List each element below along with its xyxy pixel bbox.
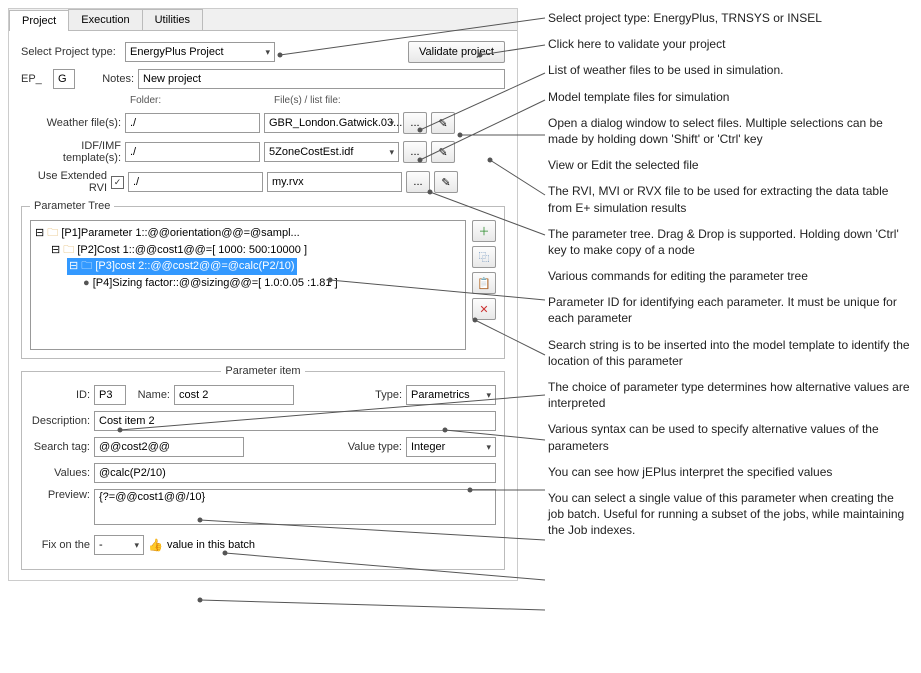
folder-icon: 🗀 xyxy=(47,227,58,239)
values-label: Values: xyxy=(30,467,90,479)
folder-header: Folder: xyxy=(130,95,270,106)
validate-project-button[interactable]: Validate project xyxy=(408,41,505,63)
value-type-label: Value type: xyxy=(342,441,402,453)
folder-icon: 🗀 xyxy=(63,244,74,256)
annotation: Various commands for editing the paramet… xyxy=(548,268,911,284)
annotation: Various syntax can be used to specify al… xyxy=(548,421,911,453)
weather-file-dropdown[interactable]: GBR_London.Gatwick.03... xyxy=(264,113,399,133)
idf-edit-button[interactable]: ✎ xyxy=(431,141,455,163)
fix-suffix-label: value in this batch xyxy=(167,539,255,551)
idf-browse-button[interactable]: ... xyxy=(403,141,427,163)
type-label: Type: xyxy=(368,389,402,401)
tree-node-p1[interactable]: [P1]Parameter 1::@@orientation@@=@sampl.… xyxy=(61,227,299,239)
annotation: View or Edit the selected file xyxy=(548,157,911,173)
tree-paste-button[interactable]: 📋 xyxy=(472,272,496,294)
parameter-tree[interactable]: ⊟ 🗀 [P1]Parameter 1::@@orientation@@=@sa… xyxy=(30,220,466,350)
notes-label: Notes: xyxy=(79,73,134,85)
type-dropdown[interactable]: Parametrics xyxy=(406,385,496,405)
parameter-tree-fieldset: Parameter Tree ⊟ 🗀 [P1]Parameter 1::@@or… xyxy=(21,200,505,359)
tab-execution[interactable]: Execution xyxy=(68,9,142,30)
rvi-checkbox[interactable]: ✓ xyxy=(111,176,124,189)
annotation: Model template files for simulation xyxy=(548,89,911,105)
annotation: Select project type: EnergyPlus, TRNSYS … xyxy=(548,10,911,26)
id-label: ID: xyxy=(30,389,90,401)
parameter-item-fieldset: Parameter item ID: Name: Type: Parametri… xyxy=(21,365,505,570)
tree-delete-button[interactable]: ✕ xyxy=(472,298,496,320)
annotation: Parameter ID for identifying each parame… xyxy=(548,294,911,326)
annotation: The parameter tree. Drag & Drop is suppo… xyxy=(548,226,911,258)
annotations-column: Select project type: EnergyPlus, TRNSYS … xyxy=(518,0,921,581)
annotation: The RVI, MVI or RVX file to be used for … xyxy=(548,183,911,215)
values-input[interactable] xyxy=(94,463,496,483)
idf-label: IDF/IMF template(s): xyxy=(21,140,121,164)
tree-node-p2[interactable]: [P2]Cost 1::@@cost1@@=[ 1000: 500:10000 … xyxy=(77,244,307,256)
idf-folder-input[interactable] xyxy=(125,142,260,162)
weather-edit-button[interactable]: ✎ xyxy=(431,112,455,134)
annotation: List of weather files to be used in simu… xyxy=(548,62,911,78)
preview-label: Preview: xyxy=(30,489,90,501)
preview-output: {?=@@cost1@@/10} xyxy=(94,489,496,525)
annotation: Search string is to be inserted into the… xyxy=(548,337,911,369)
annotation: The choice of parameter type determines … xyxy=(548,379,911,411)
weather-folder-input[interactable] xyxy=(125,113,260,133)
ep-input[interactable] xyxy=(53,69,75,89)
leaf-icon: ● xyxy=(83,277,90,289)
annotation: You can select a single value of this pa… xyxy=(548,490,911,539)
rvi-browse-button[interactable]: ... xyxy=(406,171,430,193)
rvi-file-input[interactable] xyxy=(267,172,402,192)
annotation: Open a dialog window to select files. Mu… xyxy=(548,115,911,147)
project-panel: Project Execution Utilities Select Proje… xyxy=(8,8,518,581)
weather-label: Weather file(s): xyxy=(21,117,121,129)
annotation: You can see how jEPlus interpret the spe… xyxy=(548,464,911,480)
search-tag-input[interactable] xyxy=(94,437,244,457)
ep-label: EP_ xyxy=(21,73,49,85)
tree-node-p4[interactable]: [P4]Sizing factor::@@sizing@@=[ 1.0:0.05… xyxy=(93,277,338,289)
parameter-item-legend: Parameter item xyxy=(221,365,304,377)
rvi-label: Use Extended RVI xyxy=(21,170,107,194)
name-input[interactable] xyxy=(174,385,294,405)
fix-value-dropdown[interactable]: - xyxy=(94,535,144,555)
select-project-type-label: Select Project type: xyxy=(21,46,121,58)
value-type-dropdown[interactable]: Integer xyxy=(406,437,496,457)
weather-browse-button[interactable]: ... xyxy=(403,112,427,134)
description-label: Description: xyxy=(30,415,90,427)
search-tag-label: Search tag: xyxy=(30,441,90,453)
thumb-icon: 👍 xyxy=(148,538,163,552)
tree-node-p3[interactable]: ⊟ 🗀 [P3]cost 2::@@cost2@@=@calc(P2/10) xyxy=(67,258,297,275)
tree-copy-button[interactable]: ⿻ xyxy=(472,246,496,268)
id-input[interactable] xyxy=(94,385,126,405)
description-input[interactable] xyxy=(94,411,496,431)
fix-on-label: Fix on the xyxy=(30,539,90,551)
rvi-edit-button[interactable]: ✎ xyxy=(434,171,458,193)
project-type-dropdown[interactable]: EnergyPlus Project xyxy=(125,42,275,62)
tree-add-button[interactable]: ＋ xyxy=(472,220,496,242)
notes-input[interactable] xyxy=(138,69,505,89)
tab-project[interactable]: Project xyxy=(9,10,69,31)
tab-bar: Project Execution Utilities xyxy=(9,9,517,31)
files-header: File(s) / list file: xyxy=(274,95,341,106)
idf-file-dropdown[interactable]: 5ZoneCostEst.idf xyxy=(264,142,399,162)
parameter-tree-legend: Parameter Tree xyxy=(30,200,114,212)
rvi-folder-input[interactable] xyxy=(128,172,263,192)
tab-utilities[interactable]: Utilities xyxy=(142,9,203,30)
annotation: Click here to validate your project xyxy=(548,36,911,52)
name-label: Name: xyxy=(130,389,170,401)
